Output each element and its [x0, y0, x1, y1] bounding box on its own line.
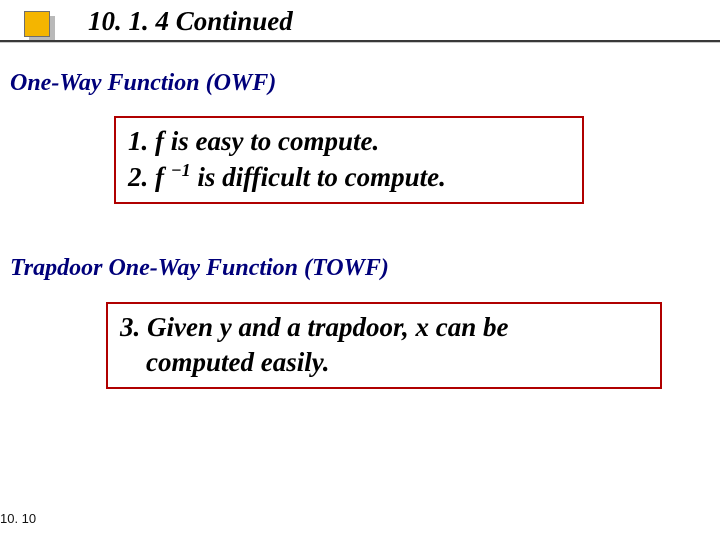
title-underline-shadow	[0, 42, 720, 43]
page-number: 10. 10	[0, 511, 36, 526]
owf-item-2-post: is difficult to compute.	[191, 162, 446, 192]
towf-item-line2: computed easily.	[120, 345, 648, 380]
subheading-owf: One-Way Function (OWF)	[10, 70, 276, 97]
subheading-towf: Trapdoor One-Way Function (TOWF)	[10, 255, 389, 282]
slide-title: 10. 1. 4 Continued	[88, 6, 293, 37]
owf-definition-box: 1. f is easy to compute. 2. f −1 is diff…	[114, 116, 584, 204]
owf-item-2-pre: 2. f	[128, 162, 171, 192]
owf-item-2: 2. f −1 is difficult to compute.	[128, 159, 570, 195]
towf-definition-box: 3. Given y and a trapdoor, x can be comp…	[106, 302, 662, 389]
towf-item-line1: 3. Given y and a trapdoor, x can be	[120, 310, 648, 345]
slide: 10. 1. 4 Continued One-Way Function (OWF…	[0, 0, 720, 540]
owf-item-2-sup: −1	[171, 160, 191, 180]
owf-item-1: 1. f is easy to compute.	[128, 124, 570, 159]
title-bullet-icon	[24, 11, 50, 37]
